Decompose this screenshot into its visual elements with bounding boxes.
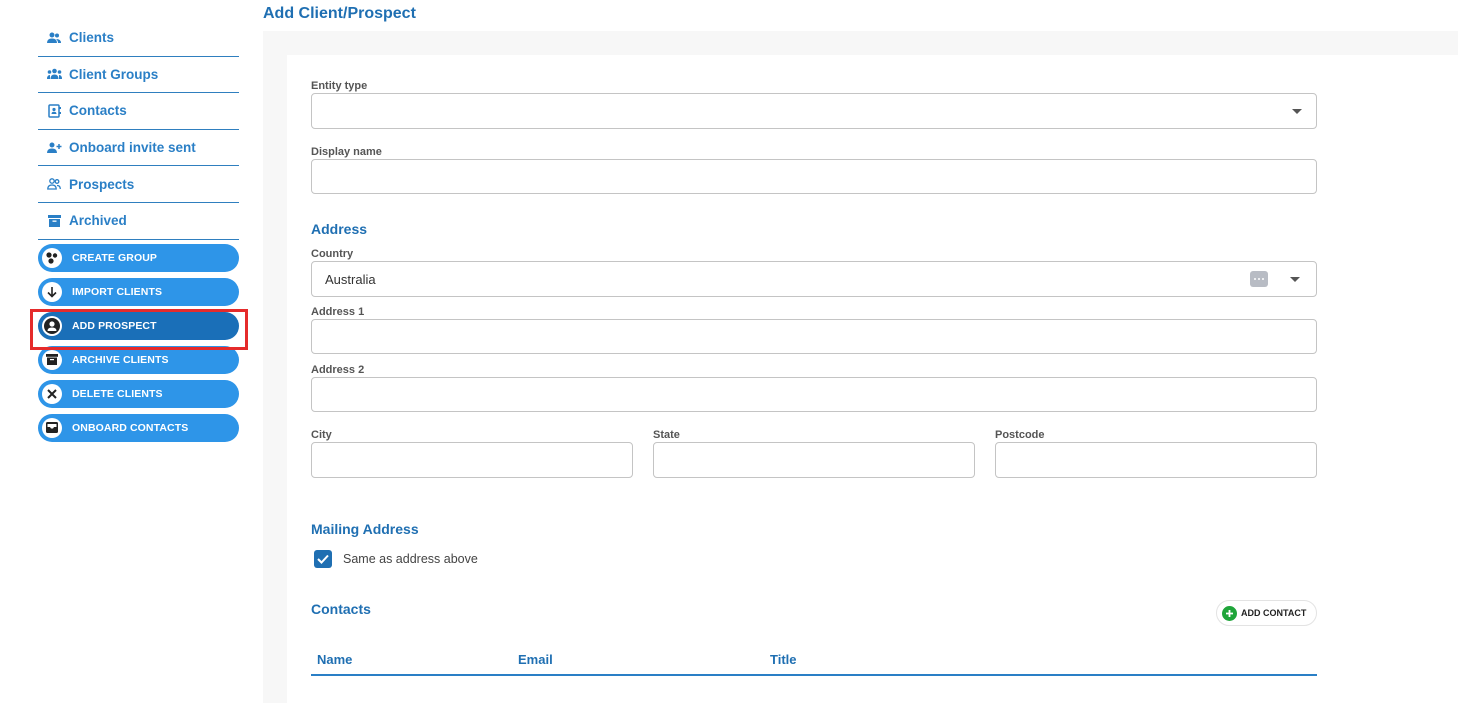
contacts-column-title[interactable]: Title [770, 652, 797, 667]
inbox-icon [42, 417, 62, 438]
nav-item-label: Prospects [69, 176, 135, 192]
checkmark-icon [317, 554, 329, 564]
country-value: Australia [325, 272, 376, 287]
archive-clients-button[interactable]: ARCHIVE CLIENTS [38, 345, 239, 374]
entity-type-label: Entity type [311, 80, 368, 92]
delete-clients-label: DELETE CLIENTS [72, 387, 163, 400]
sidebar-actions: CREATE GROUP IMPORT CLIENTS ADD PROSPECT… [38, 243, 239, 442]
nav-item-label: Onboard invite sent [69, 140, 196, 156]
archive-box-icon [42, 349, 62, 370]
postcode-label: Postcode [995, 429, 1045, 441]
entity-type-select[interactable] [311, 93, 1317, 129]
display-name-input[interactable] [311, 159, 1317, 194]
address1-label: Address 1 [311, 306, 365, 318]
postcode-input[interactable] [995, 442, 1317, 478]
country-select[interactable]: Australia [311, 261, 1317, 297]
city-label: City [311, 429, 332, 441]
country-label: Country [311, 248, 354, 260]
archive-clients-label: ARCHIVE CLIENTS [72, 353, 169, 366]
mailing-address-section-title: Mailing Address [311, 521, 419, 537]
close-icon [42, 383, 62, 404]
same-as-address-label: Same as address above [343, 552, 478, 566]
state-label: State [653, 429, 680, 441]
create-group-button[interactable]: CREATE GROUP [38, 243, 239, 272]
contact-book-icon [46, 103, 62, 119]
more-dots-icon[interactable] [1250, 271, 1268, 287]
import-clients-label: IMPORT CLIENTS [72, 285, 163, 298]
create-group-label: CREATE GROUP [72, 251, 158, 264]
people-outline-icon [46, 176, 62, 192]
sidebar: Clients Client Groups Contacts Onboard i… [38, 20, 239, 448]
archive-icon [46, 213, 62, 229]
nav-item-prospects[interactable]: Prospects [38, 166, 239, 203]
same-as-address-checkbox[interactable] [314, 550, 332, 568]
nav-item-label: Client Groups [69, 66, 159, 82]
display-name-label: Display name [311, 146, 382, 158]
person-add-icon [46, 140, 62, 156]
nav-item-onboard-invite-sent[interactable]: Onboard invite sent [38, 130, 239, 167]
address1-input[interactable] [311, 319, 1317, 354]
groups-icon [46, 66, 62, 82]
delete-clients-button[interactable]: DELETE CLIENTS [38, 379, 239, 408]
address2-label: Address 2 [311, 364, 365, 376]
person-icon [42, 315, 62, 336]
nav-item-archived[interactable]: Archived [38, 203, 239, 240]
nav-item-label: Contacts [69, 103, 127, 119]
nav-item-contacts[interactable]: Contacts [38, 93, 239, 130]
contacts-section-title: Contacts [311, 601, 371, 617]
people-icon [46, 30, 62, 46]
city-input[interactable] [311, 442, 633, 478]
contacts-column-name[interactable]: Name [317, 652, 352, 667]
nav-item-client-groups[interactable]: Client Groups [38, 57, 239, 94]
chevron-down-icon [1292, 109, 1302, 114]
nav-item-clients[interactable]: Clients [38, 20, 239, 57]
state-input[interactable] [653, 442, 975, 478]
add-contact-button[interactable]: ADD CONTACT [1216, 600, 1317, 626]
contacts-column-email[interactable]: Email [518, 652, 553, 667]
onboard-contacts-button[interactable]: ONBOARD CONTACTS [38, 413, 239, 442]
add-contact-label: ADD CONTACT [1241, 608, 1307, 618]
nav-item-label: Archived [69, 213, 127, 229]
chevron-down-icon [1290, 277, 1300, 282]
address2-input[interactable] [311, 377, 1317, 412]
onboard-contacts-label: ONBOARD CONTACTS [72, 421, 189, 434]
nav-item-label: Clients [69, 30, 115, 46]
add-prospect-button[interactable]: ADD PROSPECT [38, 311, 239, 340]
page-title: Add Client/Prospect [263, 5, 416, 22]
add-prospect-label: ADD PROSPECT [72, 319, 157, 332]
address-section-title: Address [311, 221, 368, 237]
contacts-table-divider [311, 674, 1317, 676]
group-circles-icon [42, 247, 62, 268]
arrow-down-icon [42, 281, 62, 302]
import-clients-button[interactable]: IMPORT CLIENTS [38, 277, 239, 306]
plus-circle-icon [1222, 605, 1237, 621]
